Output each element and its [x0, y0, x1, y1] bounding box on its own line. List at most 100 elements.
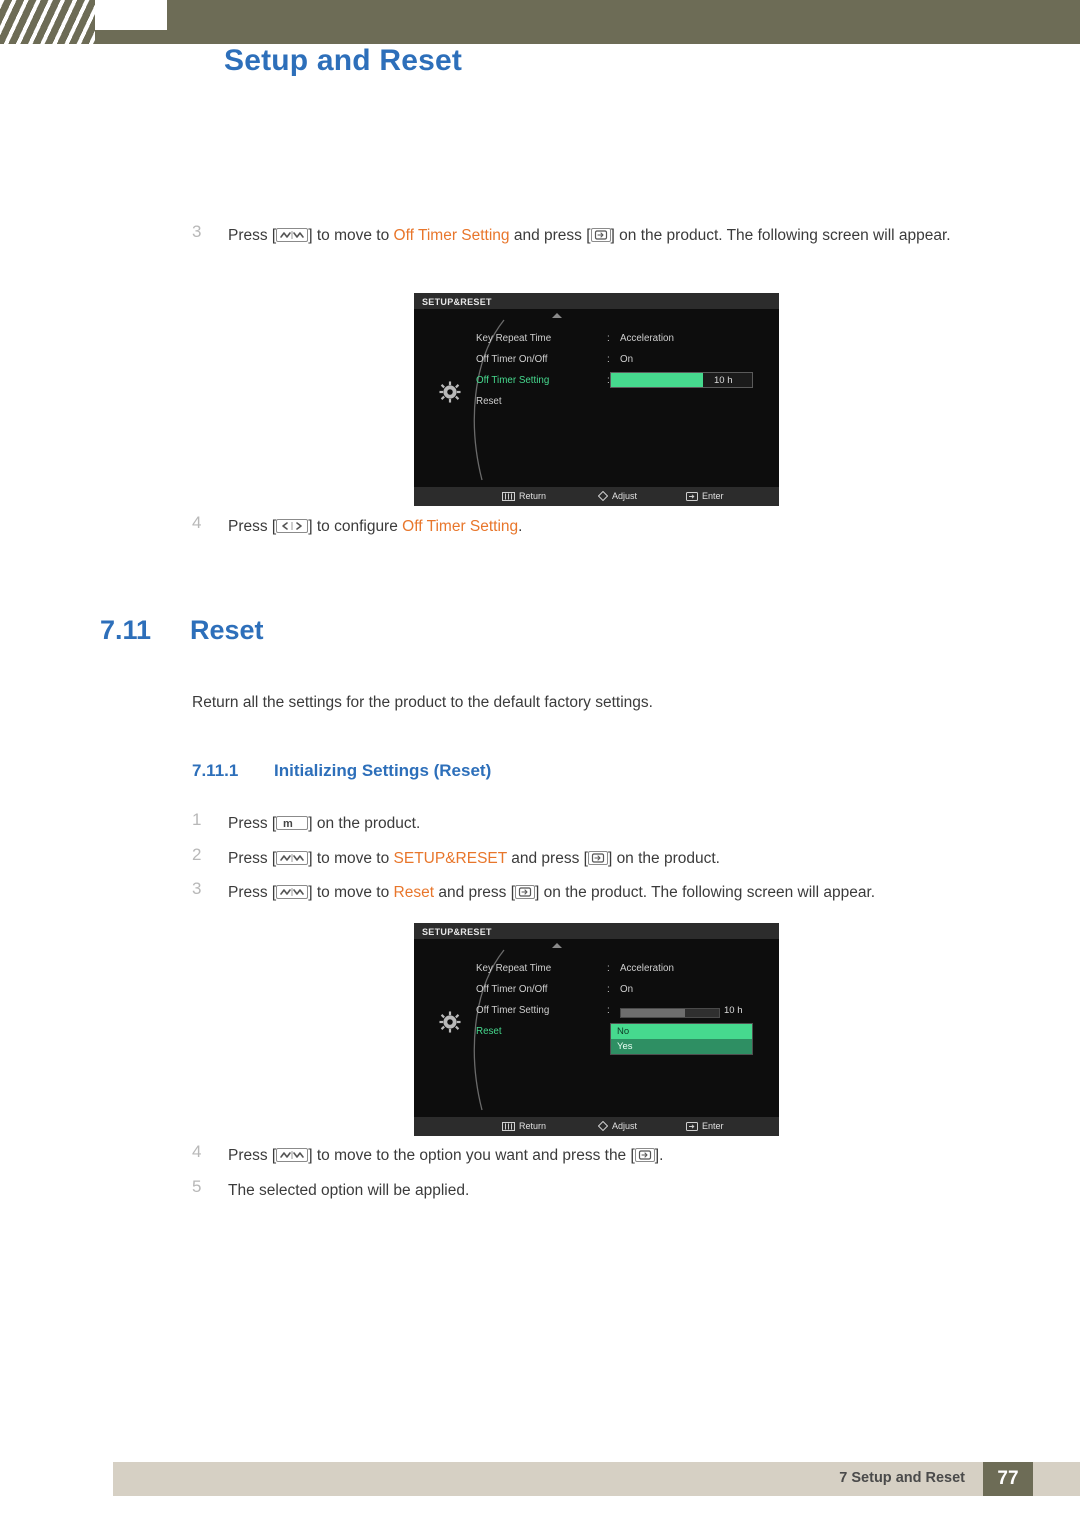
section-number: 7.11: [100, 615, 152, 645]
subsection-number: 7.11.1: [192, 761, 239, 780]
osd-title: SETUP&RESET: [422, 296, 492, 307]
header-hatch-decoration: [0, 0, 95, 44]
osd-adjust-label: Adjust: [612, 491, 638, 501]
osd-screenshot-reset: SETUP&RESET Key Repeat Time : Accelerati…: [414, 923, 779, 1136]
osd-row-label-selected: Reset: [476, 1026, 502, 1037]
step-text-fragment: ] on the product. The following screen w…: [535, 884, 876, 901]
step-text-fragment: Press [: [228, 518, 277, 535]
step-text-fragment: ] on the product. The following screen w…: [610, 227, 951, 244]
header-white-block: [95, 0, 167, 30]
menu-key-icon: [502, 491, 515, 501]
header-band: [0, 0, 1080, 44]
osd-return-label: Return: [519, 1121, 547, 1131]
step-target-off-timer-setting: Off Timer Setting: [402, 518, 519, 535]
osd-row-label: Off Timer On/Off: [476, 984, 548, 995]
step-3-text: Press [] to move to Off Timer Setting an…: [228, 222, 1018, 249]
page-title: Setup and Reset: [224, 44, 463, 77]
osd-scroll-up-arrow-icon: [552, 313, 562, 318]
osd-adjust-label: Adjust: [612, 1121, 638, 1131]
step-text-fragment: Press [: [228, 1147, 277, 1164]
osd-off-timer-bar: [620, 1008, 720, 1018]
osd-row-label: Off Timer On/Off: [476, 354, 548, 365]
updown-key-icon: [276, 227, 309, 242]
osd-screenshot-off-timer: SETUP&RESET Key Repeat Time : Accelerati…: [414, 293, 779, 506]
diamond-adjust-icon: [598, 491, 608, 501]
enter-key-icon: [515, 884, 536, 899]
step-text-fragment: and press [: [509, 227, 591, 244]
step-number: 3: [192, 222, 202, 241]
osd-row-colon: :: [607, 333, 610, 344]
step-text-fragment: ] on the product.: [607, 850, 720, 867]
osd-enter-label: Enter: [702, 491, 724, 501]
step-text-fragment: ] to move to the option you want and pre…: [308, 1147, 635, 1164]
reset-step-5-text: The selected option will be applied.: [228, 1182, 470, 1199]
step-number: 4: [192, 513, 202, 532]
updown-key-icon: [276, 884, 309, 899]
step-text-fragment: ].: [654, 1147, 664, 1164]
step-4-text: Press [ ] to configure Off Timer Setting.: [228, 513, 1018, 540]
diamond-adjust-icon: [598, 1121, 608, 1131]
osd-adjust-hint: Adjust: [598, 491, 637, 501]
osd-row-colon: :: [607, 984, 610, 995]
enter-key-icon: [634, 1147, 655, 1162]
step-text-fragment: Press [: [228, 850, 277, 867]
step-number: 1: [192, 810, 202, 829]
osd-row-value: On: [620, 354, 634, 365]
reset-step-2-text: Press [ ] to move to SETUP&RESET and pres…: [228, 845, 1018, 872]
osd-row-label-selected: Off Timer Setting: [476, 375, 550, 386]
osd-row-colon: :: [607, 963, 610, 974]
step-text-fragment: ] to move to: [308, 884, 394, 901]
step-text-fragment: .: [518, 518, 523, 535]
step-number: 5: [192, 1177, 202, 1196]
osd-slider-value: 10 h: [714, 375, 733, 386]
step-number: 2: [192, 845, 202, 864]
osd-row-label: Off Timer Setting: [476, 1005, 550, 1016]
updown-key-icon: [276, 1147, 309, 1162]
osd-slider-fill: [611, 373, 703, 387]
osd-title-bar: SETUP&RESET: [414, 923, 779, 939]
updown-key-icon: [276, 850, 309, 865]
page-number: 77: [997, 1468, 1019, 1489]
menu-m-key-icon: m: [276, 815, 309, 830]
osd-title: SETUP&RESET: [422, 926, 492, 937]
osd-option-no[interactable]: No: [611, 1024, 752, 1039]
osd-title-bar: SETUP&RESET: [414, 293, 779, 309]
step-number: 4: [192, 1142, 202, 1161]
osd-return-hint: Return: [502, 1121, 546, 1131]
step-text-fragment: ] to move to: [308, 227, 394, 244]
step-text-fragment: Press [: [228, 227, 277, 244]
step-text-fragment: ] to configure: [308, 518, 403, 535]
osd-option-yes[interactable]: Yes: [611, 1039, 752, 1054]
menu-key-icon: [502, 1121, 515, 1131]
osd-enter-label: Enter: [702, 1121, 724, 1131]
osd-bar-fill: [621, 1009, 685, 1017]
reset-step-4-text: Press [ ] to move to the option you want …: [228, 1142, 1018, 1169]
osd-adjust-hint: Adjust: [598, 1121, 637, 1131]
osd-row-value: On: [620, 984, 634, 995]
section-heading: Reset: [190, 615, 264, 645]
step-text-fragment: Press [: [228, 815, 277, 832]
reset-step-3-text: Press [] to move to Reset and press [] o…: [228, 879, 1048, 906]
osd-row-value: Acceleration: [620, 333, 674, 344]
section-intro-text: Return all the settings for the product …: [192, 694, 653, 711]
osd-return-hint: Return: [502, 491, 546, 501]
subsection-heading: Initializing Settings (Reset): [274, 761, 492, 780]
osd-row-label: Key Repeat Time: [476, 963, 552, 974]
enter-key-icon: [587, 850, 608, 865]
step-target-reset: Reset: [393, 884, 435, 901]
step-target-setup-reset: SETUP&RESET: [393, 850, 507, 867]
osd-enter-hint: Enter: [686, 1121, 724, 1131]
enter-key-icon: [590, 227, 611, 242]
osd-bottom-bar: Return Adjust Enter: [414, 1117, 779, 1136]
osd-reset-option-menu[interactable]: No Yes: [610, 1023, 753, 1055]
osd-return-label: Return: [519, 491, 547, 501]
leftright-key-icon: [276, 518, 309, 533]
svg-text:m: m: [283, 818, 293, 829]
osd-gear-icon: [439, 1011, 461, 1033]
step-text-fragment: and press [: [506, 850, 588, 867]
enter-key-icon: [686, 1121, 698, 1131]
osd-row-colon: :: [607, 354, 610, 365]
step-text-fragment: ] on the product.: [308, 815, 421, 832]
osd-row-value: Acceleration: [620, 963, 674, 974]
step-text-fragment: ] to move to: [308, 850, 394, 867]
